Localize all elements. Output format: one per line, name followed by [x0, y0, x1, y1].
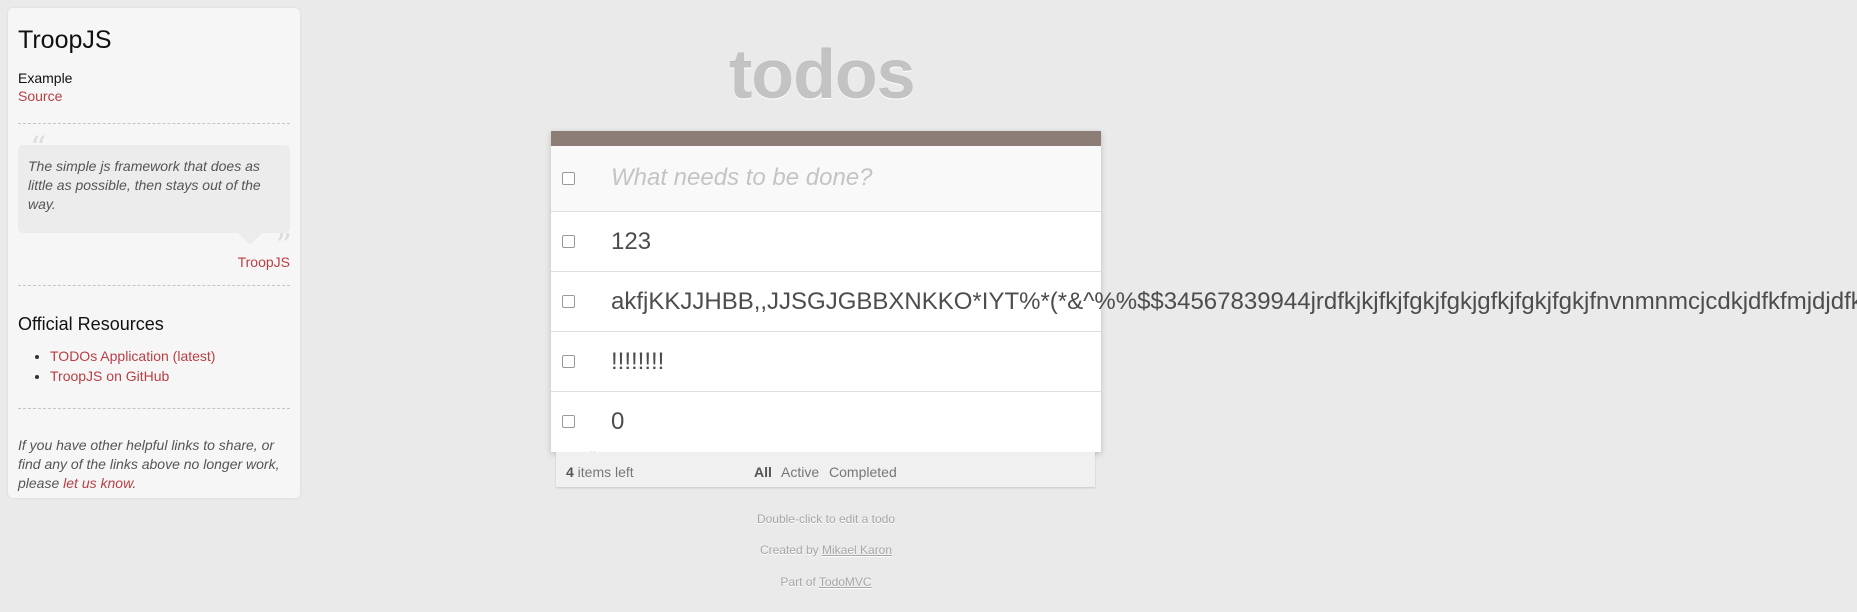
- todo-topbar: [551, 131, 1101, 146]
- footer-end: .: [132, 475, 137, 491]
- toggle-all-checkbox[interactable]: [562, 171, 575, 185]
- todo-label[interactable]: !!!!!!!!: [611, 348, 664, 376]
- part-of-prefix: Part of: [780, 575, 819, 589]
- sidebar: TroopJS Example Source “ The simple js f…: [8, 8, 300, 498]
- created-by-prefix: Created by: [759, 543, 822, 557]
- let-us-know-link[interactable]: let us know: [63, 475, 132, 491]
- todo-item: !!!!!!!!: [551, 332, 1101, 392]
- sidebar-footer: If you have other helpful links to share…: [18, 436, 298, 493]
- todo-checkbox[interactable]: [562, 354, 575, 368]
- divider: [18, 285, 290, 286]
- info-part-of: Part of TodoMVC: [551, 575, 1101, 589]
- todo-item: akfjKKJJHBB,,JJSGJGBBXNKKO*IYT%*(*&^%%$$…: [551, 272, 1857, 332]
- footer-text: If you have other helpful links to share…: [18, 437, 280, 491]
- filters: All Active Completed: [754, 464, 903, 480]
- todo-label[interactable]: 123: [611, 228, 651, 256]
- example-label: Example: [18, 70, 73, 86]
- todo-checkbox[interactable]: [562, 294, 575, 308]
- resource-link-todos-app[interactable]: TODOs Application (latest): [50, 348, 215, 364]
- filter-active[interactable]: Active: [781, 464, 819, 480]
- todo-checkbox[interactable]: [562, 234, 575, 248]
- quote-open-icon: “: [30, 129, 47, 167]
- quote-close-icon: ”: [275, 226, 292, 264]
- todo-count-number: 4: [566, 464, 574, 480]
- resources-list: TODOs Application (latest) TroopJS on Gi…: [34, 346, 215, 386]
- info-hint: Double-click to edit a todo: [756, 512, 896, 526]
- app-title: todos: [729, 35, 916, 113]
- todomvc-link[interactable]: TodoMVC: [819, 575, 872, 589]
- quote-cite-link[interactable]: TroopJS: [238, 254, 290, 270]
- todo-app: 123 akfjKKJJHBB,,JJSGJGBBXNKKO*IYT%*(*&^…: [551, 131, 1857, 452]
- sidebar-title: TroopJS: [18, 26, 112, 54]
- todo-count: 4 items left: [566, 464, 634, 480]
- author-link[interactable]: Mikael Karon: [822, 543, 892, 557]
- new-todo-input[interactable]: [611, 164, 1081, 192]
- todo-checkbox[interactable]: [562, 414, 575, 428]
- info-created-by: Created by Mikael Karon: [551, 543, 1101, 557]
- divider: [18, 123, 290, 124]
- todo-label[interactable]: 0: [611, 408, 624, 436]
- new-todo-row: [551, 146, 1101, 212]
- filter-all[interactable]: All: [754, 464, 772, 480]
- todo-footer: 4 items left All Active Completed: [556, 452, 1095, 487]
- resource-link-github[interactable]: TroopJS on GitHub: [50, 368, 169, 384]
- quote-box: “ The simple js framework that does as l…: [18, 132, 292, 261]
- filter-completed[interactable]: Completed: [829, 464, 897, 480]
- quote-text: The simple js framework that does as lit…: [28, 158, 261, 212]
- resources-title: Official Resources: [18, 314, 164, 334]
- source-link[interactable]: Source: [18, 87, 62, 105]
- todo-item: 123: [551, 212, 1101, 272]
- todo-count-suffix: items left: [573, 464, 634, 480]
- todo-item: 0: [551, 392, 1101, 451]
- todo-label[interactable]: akfjKKJJHBB,,JJSGJGBBXNKKO*IYT%*(*&^%%$$…: [611, 288, 1857, 316]
- list-item: TODOs Application (latest): [50, 346, 215, 366]
- divider: [18, 408, 290, 409]
- list-item: TroopJS on GitHub: [50, 366, 215, 386]
